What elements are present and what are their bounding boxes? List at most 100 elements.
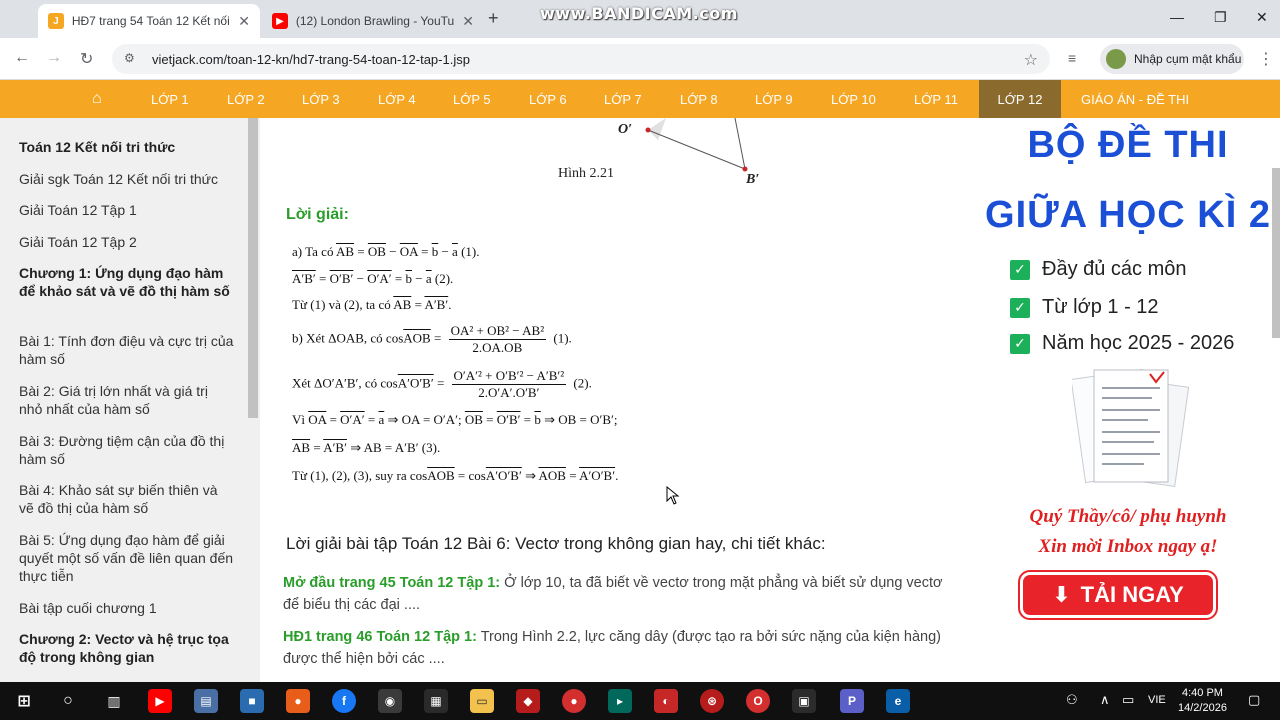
app-icon[interactable]: P xyxy=(840,689,864,713)
app-icon[interactable]: ◐ xyxy=(654,689,678,713)
record-icon[interactable]: ● xyxy=(562,689,586,713)
tab-vietjack[interactable]: J HĐ7 trang 54 Toán 12 Kết nối t ✕ xyxy=(38,4,260,38)
nav-lop-6[interactable]: LỚP 6 xyxy=(529,80,567,118)
ad-banner[interactable]: BỘ ĐỀ THI GIỮA HỌC KÌ 2 ✓ Đầy đủ các môn … xyxy=(984,118,1272,628)
sidebar-item[interactable]: Giải Toán 12 Tập 2 xyxy=(19,233,234,251)
browser-toolbar: ← → ↻ ⚙ vietjack.com/toan-12-kn/hd7-tran… xyxy=(0,38,1280,80)
new-tab-icon[interactable]: + xyxy=(488,8,499,29)
forward-icon[interactable]: → xyxy=(46,49,62,67)
address-bar[interactable]: ⚙ vietjack.com/toan-12-kn/hd7-trang-54-t… xyxy=(112,44,1050,74)
taskbar: ⊞ ○ ▥ ▶ ▤ ■ ● f ◉ ▦ ▭ ◆ ● ▸ ◐ ⊛ O ▣ P e … xyxy=(0,682,1280,720)
sidebar-item[interactable]: Giải Toán 12 Tập 1 xyxy=(19,201,234,219)
windows-start-icon[interactable]: ⊞ xyxy=(12,689,36,713)
sidebar-item[interactable]: Bài 1: Tính đơn điệu và cực trị của hàm … xyxy=(19,332,234,368)
checkmark-icon: ✓ xyxy=(1010,297,1030,318)
sidebar-item[interactable]: Giải sgk Toán 12 Kết nối tri thức xyxy=(19,170,234,188)
reload-icon[interactable]: ↻ xyxy=(80,49,93,69)
youtube-favicon-icon: ▶ xyxy=(272,13,288,29)
app-icon[interactable]: ▸ xyxy=(608,689,632,713)
home-icon[interactable]: ⌂ xyxy=(92,80,102,118)
file-explorer-icon[interactable]: ▭ xyxy=(470,689,494,713)
search-icon[interactable]: ○ xyxy=(56,689,80,713)
back-icon[interactable]: ← xyxy=(14,49,30,67)
math-line-5: Xét ΔO′A′B′, có cosA′O′B′ = O′A′² + O′B′… xyxy=(292,368,592,400)
tray-chevron-icon[interactable]: ∧ xyxy=(1100,692,1110,708)
sidebar-item[interactable]: Bài 2: Giá trị lớn nhất và giá trị nhỏ n… xyxy=(19,382,234,418)
sidebar-item[interactable]: Bài tập cuối chương 1 xyxy=(19,599,234,617)
opera-icon[interactable]: O xyxy=(746,689,770,713)
tab-title: (12) London Brawling - YouTub xyxy=(295,14,455,28)
related-item[interactable]: Mở đầu trang 45 Toán 12 Tập 1: Ở lớp 10,… xyxy=(283,572,943,616)
math-line-8: Từ (1), (2), (3), suy ra cosAOB = cosA′O… xyxy=(292,468,619,483)
app-icon[interactable]: ■ xyxy=(240,689,264,713)
tab-youtube[interactable]: ▶ (12) London Brawling - YouTub ✕ xyxy=(262,4,484,38)
site-info-icon[interactable]: ⚙ xyxy=(124,51,140,67)
figure-caption: Hình 2.21 xyxy=(558,166,614,181)
notification-icon[interactable]: ▢ xyxy=(1248,692,1260,708)
nav-lop-4[interactable]: LỚP 4 xyxy=(378,80,416,118)
network-icon[interactable]: ▭ xyxy=(1122,692,1134,708)
ad-promo-text: Quý Thầy/cô/ phụ huynh xyxy=(1029,506,1227,527)
point-o xyxy=(645,127,651,133)
nav-giao-an-de-thi[interactable]: GIÁO ÁN - ĐỀ THI xyxy=(1081,80,1189,118)
tab-strip: J HĐ7 trang 54 Toán 12 Kết nối t ✕ ▶ (12… xyxy=(0,0,1280,38)
app-icon[interactable]: ⊛ xyxy=(700,689,724,713)
math-line-3: Từ (1) và (2), ta có AB = A′B′. xyxy=(292,297,452,312)
people-icon[interactable]: ⚇ xyxy=(1066,692,1078,708)
nav-lop-9[interactable]: LỚP 9 xyxy=(755,80,793,118)
nav-lop-1[interactable]: LỚP 1 xyxy=(151,80,189,118)
download-button[interactable]: ⬇ TẢI NGAY xyxy=(1018,570,1218,620)
minimize-icon[interactable]: — xyxy=(1170,9,1184,25)
avatar xyxy=(1106,49,1126,69)
nav-lop-3[interactable]: LỚP 3 xyxy=(302,80,340,118)
nav-lop-5[interactable]: LỚP 5 xyxy=(453,80,491,118)
vietjack-favicon-icon: J xyxy=(48,13,64,29)
related-link[interactable]: Mở đầu trang 45 Toán 12 Tập 1: xyxy=(283,575,500,591)
close-icon[interactable]: ✕ xyxy=(238,13,250,30)
store-icon[interactable]: ▦ xyxy=(424,689,448,713)
sidebar-scrollbar[interactable] xyxy=(248,118,258,418)
sidebar-item-heading[interactable]: Toán 12 Kết nối tri thức xyxy=(19,138,234,156)
clock[interactable]: 4:40 PM 14/2/2026 xyxy=(1178,686,1227,716)
sidebar-item-chapter[interactable]: Chương 2: Vectơ và hệ trục tọa độ trong … xyxy=(19,630,234,666)
menu-icon[interactable]: ⋮ xyxy=(1258,49,1274,69)
task-view-icon[interactable]: ▥ xyxy=(102,689,126,713)
sidebar-item[interactable]: Bài 3: Đường tiệm cận của đồ thị hàm số xyxy=(19,432,234,468)
close-icon[interactable]: ✕ xyxy=(462,13,474,30)
nav-lop-12[interactable]: LỚP 12 xyxy=(979,80,1061,118)
edge-icon[interactable]: e xyxy=(886,689,910,713)
app-icon[interactable]: ◆ xyxy=(516,689,540,713)
page-scrollbar[interactable] xyxy=(1272,168,1280,338)
sidebar-item[interactable]: Bài 5: Ứng dụng đạo hàm để giải quyết mộ… xyxy=(19,531,234,585)
profile-chip[interactable]: Nhập cụm mật khẩu xyxy=(1100,44,1244,74)
app-icon[interactable]: ▤ xyxy=(194,689,218,713)
app-icon[interactable]: ▣ xyxy=(792,689,816,713)
restore-icon[interactable]: ❐ xyxy=(1214,9,1227,26)
segment-ab xyxy=(734,118,746,170)
sidebar: Toán 12 Kết nối tri thức Giải sgk Toán 1… xyxy=(0,118,260,682)
nav-lop-7[interactable]: LỚP 7 xyxy=(604,80,642,118)
ad-check-item: ✓ Năm học 2025 - 2026 xyxy=(1010,332,1234,355)
solution-title: Lời giải: xyxy=(286,206,349,223)
media-control-icon[interactable]: ≡ xyxy=(1068,50,1076,66)
math-line-2: A′B′ = O′B′ − O′A′ = b − a (2). xyxy=(292,271,454,286)
sidebar-item-chapter[interactable]: Chương 1: Ứng dụng đạo hàm để khảo sát v… xyxy=(19,264,234,300)
app-icon[interactable]: ● xyxy=(286,689,310,713)
tab-title: HĐ7 trang 54 Toán 12 Kết nối t xyxy=(71,14,231,28)
nav-lop-11[interactable]: LỚP 11 xyxy=(914,80,958,118)
close-window-icon[interactable]: ✕ xyxy=(1256,9,1268,26)
ad-check-item: ✓ Từ lớp 1 - 12 xyxy=(1010,296,1159,319)
related-item[interactable]: HĐ1 trang 46 Toán 12 Tập 1: Trong Hình 2… xyxy=(283,626,943,670)
related-link[interactable]: HĐ1 trang 46 Toán 12 Tập 1: xyxy=(283,629,477,645)
youtube-app-icon[interactable]: ▶ xyxy=(148,689,172,713)
facebook-icon[interactable]: f xyxy=(332,689,356,713)
sidebar-item[interactable]: Bài 4: Khảo sát sự biến thiên và vẽ đồ t… xyxy=(19,481,234,517)
language-indicator[interactable]: VIE xyxy=(1148,694,1166,706)
chrome-icon[interactable]: ◉ xyxy=(378,689,402,713)
nav-lop-2[interactable]: LỚP 2 xyxy=(227,80,265,118)
nav-lop-10[interactable]: LỚP 10 xyxy=(831,80,876,118)
bookmark-star-icon[interactable]: ☆ xyxy=(1024,50,1038,70)
ad-headline: BỘ ĐỀ THI xyxy=(1027,124,1229,166)
nav-lop-8[interactable]: LỚP 8 xyxy=(680,80,718,118)
point-o-label: O′ xyxy=(618,122,633,137)
